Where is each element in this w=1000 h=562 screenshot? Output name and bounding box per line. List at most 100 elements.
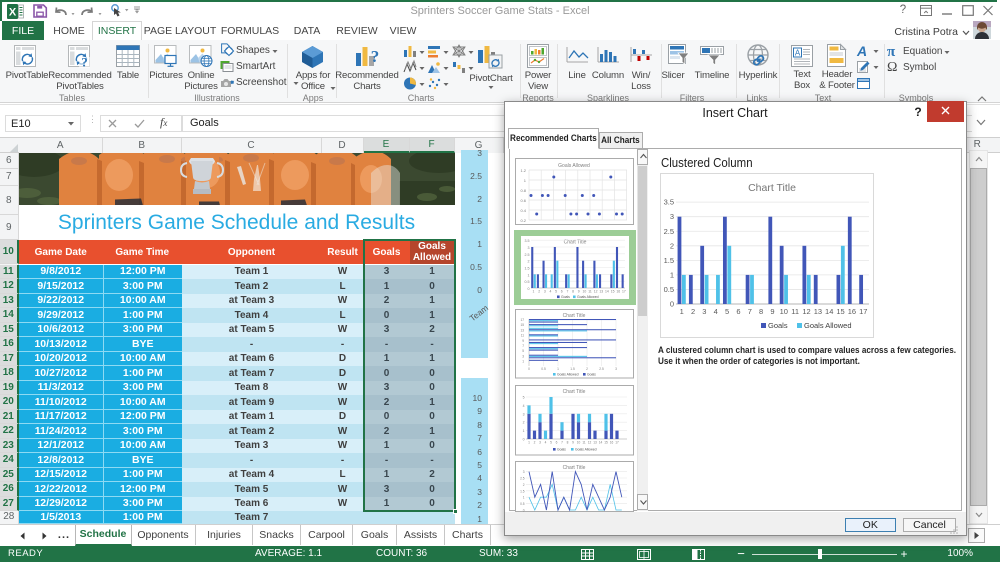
svg-text:9: 9 [522,339,524,343]
svg-text:10: 10 [576,440,580,444]
svg-text:1: 1 [532,289,534,293]
svg-text:0: 0 [528,367,530,371]
svg-text:0: 0 [527,287,529,291]
svg-text:11: 11 [520,334,524,338]
svg-text:11: 11 [588,289,592,293]
svg-text:1: 1 [557,367,559,371]
svg-text:1: 1 [528,440,530,444]
svg-text:Goals Allowed: Goals Allowed [558,163,590,169]
svg-text:0.8: 0.8 [520,188,526,193]
svg-text:0.4: 0.4 [520,208,526,213]
svg-text:15: 15 [604,440,608,444]
svg-text:9: 9 [577,289,579,293]
svg-text:0.5: 0.5 [520,502,525,506]
svg-text:6: 6 [560,289,562,293]
svg-text:7: 7 [561,440,563,444]
svg-text:Chart Title: Chart Title [562,389,585,395]
svg-text:1: 1 [522,360,524,364]
svg-text:Goals: Goals [587,373,596,377]
svg-text:4: 4 [549,289,551,293]
svg-text:0.6: 0.6 [520,198,526,203]
svg-text:1.5: 1.5 [524,266,529,270]
svg-text:3: 3 [670,212,674,221]
svg-text:12: 12 [593,289,597,293]
svg-text:12: 12 [587,440,591,444]
svg-text:2: 2 [691,307,695,316]
svg-text:Goals: Goals [768,321,788,330]
svg-text:9: 9 [572,440,574,444]
svg-text:0.2: 0.2 [520,218,526,223]
svg-text:2.5: 2.5 [520,476,525,480]
svg-text:3: 3 [527,245,529,249]
svg-text:0: 0 [670,299,674,308]
svg-text:Goals Allowed: Goals Allowed [577,295,599,299]
svg-text:9: 9 [770,307,774,316]
svg-text:2: 2 [670,241,674,250]
svg-text:7: 7 [748,307,752,316]
svg-text:14: 14 [825,307,833,316]
svg-text:Goals Allowed: Goals Allowed [804,321,852,330]
svg-text:14: 14 [605,289,609,293]
svg-text:1: 1 [522,495,524,499]
svg-text:8: 8 [566,440,568,444]
svg-text:1.5: 1.5 [520,489,525,493]
svg-text:16: 16 [609,440,613,444]
svg-text:5: 5 [550,440,552,444]
svg-text:5: 5 [725,307,729,316]
svg-text:?: ? [371,47,380,66]
svg-text:0.5: 0.5 [524,280,529,284]
svg-text:17: 17 [615,440,619,444]
svg-text:0: 0 [522,437,524,441]
svg-text:17: 17 [520,318,524,322]
svg-text:Chart Title: Chart Title [748,182,796,194]
svg-text:4: 4 [544,440,546,444]
svg-text:16: 16 [848,307,856,316]
svg-text:8: 8 [759,307,763,316]
svg-text:11: 11 [791,307,799,316]
svg-text:5: 5 [522,349,524,353]
svg-text:13: 13 [599,289,603,293]
svg-text:3: 3 [539,440,541,444]
svg-text:?: ? [81,55,88,70]
svg-text:3: 3 [522,354,524,358]
svg-text:11: 11 [582,440,586,444]
svg-text:16: 16 [616,289,620,293]
svg-text:1.2: 1.2 [520,168,526,173]
svg-text:X: X [9,7,17,19]
svg-text:3: 3 [543,289,545,293]
svg-text:1.5: 1.5 [570,367,575,371]
svg-text:4: 4 [522,403,524,407]
svg-text:4: 4 [714,307,718,316]
svg-text:A: A [795,49,801,58]
svg-text:14: 14 [598,440,602,444]
svg-text:17: 17 [622,289,626,293]
svg-text:15: 15 [520,323,524,327]
svg-text:3: 3 [522,470,524,474]
svg-text:2: 2 [533,440,535,444]
svg-text:3: 3 [522,412,524,416]
svg-text:10: 10 [780,307,788,316]
svg-text:Chart Title: Chart Title [562,465,585,471]
svg-text:0: 0 [522,508,524,512]
svg-text:10: 10 [582,289,586,293]
svg-text:2.5: 2.5 [664,226,674,235]
svg-text:8: 8 [572,289,574,293]
svg-text:15: 15 [610,289,614,293]
svg-text:17: 17 [859,307,867,316]
svg-text:2: 2 [527,259,529,263]
svg-text:5: 5 [555,289,557,293]
svg-text:3.5: 3.5 [664,197,674,206]
svg-text:5: 5 [522,395,524,399]
svg-text:1: 1 [522,429,524,433]
svg-text:12: 12 [802,307,810,316]
svg-text:3.5: 3.5 [524,239,529,243]
svg-text:0.5: 0.5 [664,284,674,293]
svg-text:0.5: 0.5 [541,367,546,371]
svg-text:2: 2 [538,289,540,293]
svg-text:Chart Title: Chart Title [562,313,585,319]
svg-text:13: 13 [593,440,597,444]
svg-text:Goals Allowed: Goals Allowed [575,447,597,451]
svg-text:1.5: 1.5 [664,255,674,264]
svg-text:2: 2 [522,482,524,486]
svg-text:7: 7 [566,289,568,293]
